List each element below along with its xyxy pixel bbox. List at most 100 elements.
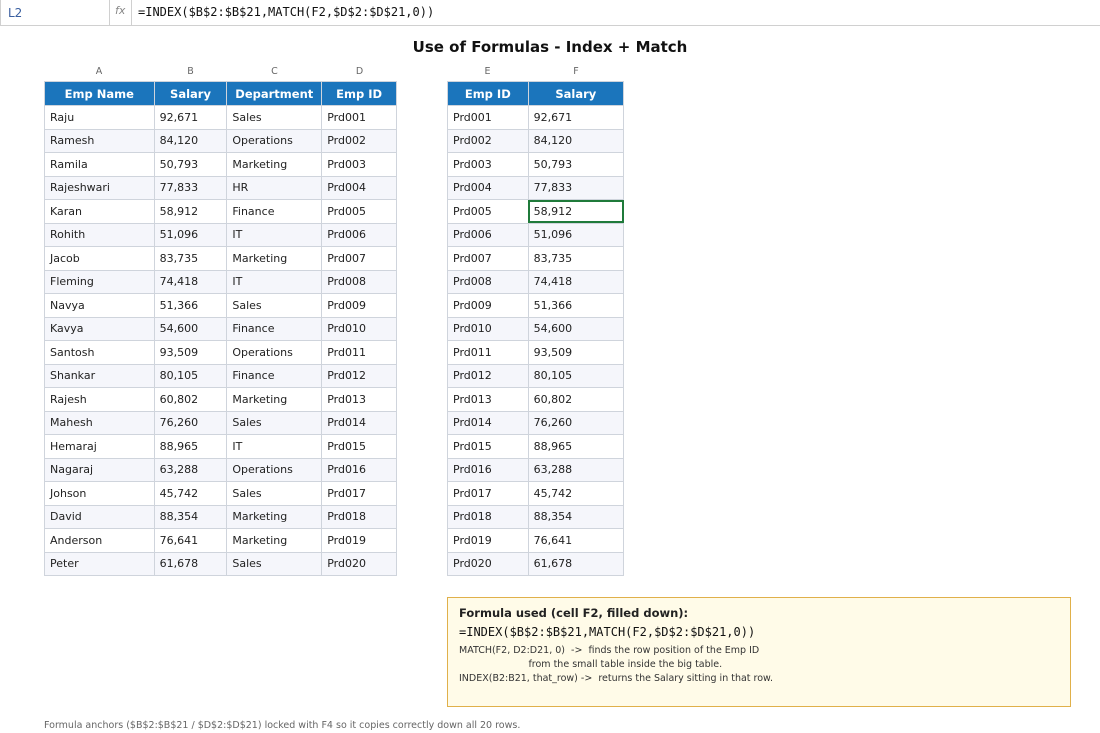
cell-emp-id[interactable]: Prd004 (447, 175, 529, 200)
cell-emp-id[interactable]: Prd003 (447, 152, 529, 177)
cell-emp-name[interactable]: Anderson (44, 528, 155, 553)
cell-emp-id[interactable]: Prd019 (447, 528, 529, 553)
cell-salary[interactable]: 76,260 (153, 410, 228, 435)
cell-salary[interactable]: 93,509 (527, 340, 625, 365)
cell-salary[interactable]: 51,096 (527, 222, 625, 247)
cell-emp-name[interactable]: Fleming (44, 269, 155, 294)
cell-salary[interactable]: 50,793 (153, 152, 228, 177)
cell-emp-name[interactable]: Ramila (44, 152, 155, 177)
cell-salary[interactable]: 76,260 (527, 410, 625, 435)
cell-emp-id[interactable]: Prd016 (447, 457, 529, 482)
cell-emp-id[interactable]: Prd015 (321, 434, 397, 459)
cell-salary[interactable]: 77,833 (153, 175, 228, 200)
cell-salary[interactable]: 54,600 (153, 316, 228, 341)
cell-salary[interactable]: 60,802 (527, 387, 625, 412)
cell-salary[interactable]: 51,366 (527, 293, 625, 318)
cell-salary[interactable]: 50,793 (527, 152, 625, 177)
cell-salary[interactable]: 76,641 (527, 528, 625, 553)
cell-emp-id[interactable]: Prd011 (447, 340, 529, 365)
cell-emp-id[interactable]: Prd003 (321, 152, 397, 177)
cell-salary[interactable]: 84,120 (153, 128, 228, 153)
cell-emp-id[interactable]: Prd017 (447, 481, 529, 506)
cell-emp-name[interactable]: Kavya (44, 316, 155, 341)
cell-department[interactable]: Finance (226, 316, 323, 341)
cell-department[interactable]: Marketing (226, 528, 323, 553)
cell-emp-id[interactable]: Prd009 (447, 293, 529, 318)
cell-salary[interactable]: 88,354 (153, 504, 228, 529)
cell-salary[interactable]: 84,120 (527, 128, 625, 153)
cell-emp-name[interactable]: Navya (44, 293, 155, 318)
cell-salary[interactable]: 58,912 (527, 199, 625, 224)
cell-emp-name[interactable]: David (44, 504, 155, 529)
cell-department[interactable]: IT (226, 269, 323, 294)
cell-emp-name[interactable]: Rajeshwari (44, 175, 155, 200)
cell-salary[interactable]: 88,965 (527, 434, 625, 459)
cell-emp-id[interactable]: Prd001 (447, 105, 529, 130)
cell-salary[interactable]: 61,678 (153, 551, 228, 576)
cell-emp-name[interactable]: Mahesh (44, 410, 155, 435)
cell-emp-name[interactable]: Peter (44, 551, 155, 576)
cell-department[interactable]: Marketing (226, 152, 323, 177)
column-letter[interactable]: D (322, 66, 397, 77)
cell-emp-id[interactable]: Prd019 (321, 528, 397, 553)
cell-emp-id[interactable]: Prd016 (321, 457, 397, 482)
cell-emp-id[interactable]: Prd015 (447, 434, 529, 459)
cell-emp-id[interactable]: Prd008 (447, 269, 529, 294)
cell-emp-id[interactable]: Prd012 (447, 363, 529, 388)
cell-salary[interactable]: 74,418 (153, 269, 228, 294)
cell-emp-name[interactable]: Rajesh (44, 387, 155, 412)
cell-salary[interactable]: 80,105 (153, 363, 228, 388)
formula-input[interactable]: =INDEX($B$2:$B$21,MATCH(F2,$D$2:$D$21,0)… (138, 5, 434, 19)
cell-department[interactable]: Finance (226, 199, 323, 224)
cell-salary[interactable]: 61,678 (527, 551, 625, 576)
cell-emp-id[interactable]: Prd002 (447, 128, 529, 153)
header-salary[interactable]: Salary (153, 81, 228, 106)
cell-emp-id[interactable]: Prd007 (447, 246, 529, 271)
column-letter[interactable]: C (227, 66, 322, 77)
cell-emp-id[interactable]: Prd012 (321, 363, 397, 388)
cell-salary[interactable]: 93,509 (153, 340, 228, 365)
cell-emp-name[interactable]: Rohith (44, 222, 155, 247)
cell-emp-id[interactable]: Prd007 (321, 246, 397, 271)
cell-salary[interactable]: 77,833 (527, 175, 625, 200)
fx-icon[interactable]: fx (110, 0, 132, 26)
cell-department[interactable]: IT (226, 222, 323, 247)
header-department[interactable]: Department (226, 81, 323, 106)
column-letter[interactable]: E (447, 66, 528, 77)
cell-department[interactable]: Sales (226, 551, 323, 576)
cell-emp-id[interactable]: Prd008 (321, 269, 397, 294)
cell-salary[interactable]: 63,288 (153, 457, 228, 482)
cell-emp-name[interactable]: Karan (44, 199, 155, 224)
cell-emp-id[interactable]: Prd020 (321, 551, 397, 576)
cell-department[interactable]: Finance (226, 363, 323, 388)
cell-emp-id[interactable]: Prd013 (447, 387, 529, 412)
cell-salary[interactable]: 88,965 (153, 434, 228, 459)
header-emp-id[interactable]: Emp ID (321, 81, 397, 106)
cell-department[interactable]: Sales (226, 481, 323, 506)
cell-emp-name[interactable]: Jacob (44, 246, 155, 271)
cell-emp-name[interactable]: Ramesh (44, 128, 155, 153)
column-letter[interactable]: A (44, 66, 154, 77)
cell-salary[interactable]: 45,742 (153, 481, 228, 506)
cell-emp-id[interactable]: Prd018 (321, 504, 397, 529)
cell-department[interactable]: IT (226, 434, 323, 459)
cell-salary[interactable]: 83,735 (527, 246, 625, 271)
cell-emp-id[interactable]: Prd014 (447, 410, 529, 435)
cell-emp-id[interactable]: Prd005 (447, 199, 529, 224)
column-letter[interactable]: B (154, 66, 227, 77)
cell-emp-id[interactable]: Prd004 (321, 175, 397, 200)
cell-emp-id[interactable]: Prd017 (321, 481, 397, 506)
cell-emp-id[interactable]: Prd014 (321, 410, 397, 435)
cell-salary[interactable]: 63,288 (527, 457, 625, 482)
cell-emp-id[interactable]: Prd006 (321, 222, 397, 247)
cell-emp-name[interactable]: Santosh (44, 340, 155, 365)
cell-department[interactable]: Marketing (226, 387, 323, 412)
cell-department[interactable]: Sales (226, 293, 323, 318)
cell-department[interactable]: Sales (226, 105, 323, 130)
cell-emp-id[interactable]: Prd010 (321, 316, 397, 341)
cell-department[interactable]: HR (226, 175, 323, 200)
cell-emp-name[interactable]: Shankar (44, 363, 155, 388)
header-salary[interactable]: Salary (527, 81, 625, 106)
cell-salary[interactable]: 92,671 (527, 105, 625, 130)
cell-emp-id[interactable]: Prd013 (321, 387, 397, 412)
